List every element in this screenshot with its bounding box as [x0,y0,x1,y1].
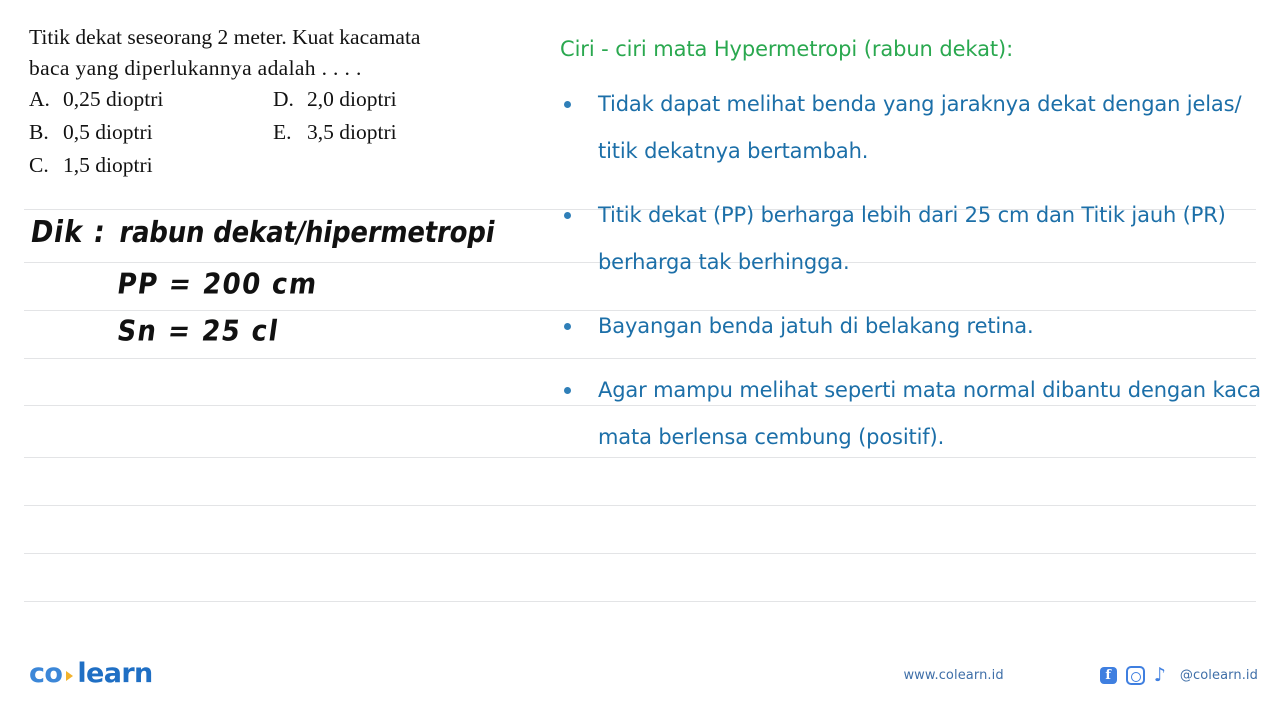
option-c-key: C. [29,153,49,177]
bullet-icon [564,212,571,219]
option-row: C. 1,5 dioptri [29,153,552,186]
handwriting-known-line: Dik : rabun dekat/hipermetropi [28,215,497,250]
option-a-key: A. [29,87,50,111]
option-b-value: 0,5 dioptri [63,120,153,144]
explanation-bullet-text: Bayangan benda jatuh di belakang retina. [598,314,1034,338]
bullet-icon [564,323,571,330]
logo-triangle-icon [66,670,74,681]
instagram-glyph [1125,666,1145,685]
colearn-logo[interactable]: co learn [29,658,153,689]
rule-line-9 [24,601,1256,602]
explanation-bullet-text: Tidak dapat melihat benda yang jaraknya … [598,92,1242,163]
explanation-bullet-list: Tidak dapat melihat benda yang jaraknya … [552,81,1280,461]
tiktok-glyph: ♪ [1153,664,1166,686]
instagram-icon[interactable] [1125,666,1145,685]
question-prompt: Titik dekat seseorang 2 meter. Kuat kaca… [0,0,549,84]
bullet-icon [564,387,571,394]
option-d-key: D. [273,87,294,111]
answer-options: A. 0,25 dioptri D. 2,0 dioptri B. 0,5 di… [0,87,552,186]
option-b[interactable]: B. 0,5 dioptri [29,120,273,145]
question-prompt-line-1: Titik dekat seseorang 2 meter. Kuat kaca… [29,25,421,49]
rule-line-7 [24,505,1256,506]
explanation-heading: Ciri - ciri mata Hypermetropi (rabun dek… [560,37,1014,61]
footer-links: www.colearn.id f ♪ @colearn.id [903,666,1258,685]
option-row: A. 0,25 dioptri D. 2,0 dioptri [29,87,552,120]
footer: co learn www.colearn.id f ♪ @colearn.id [0,640,1280,720]
question-prompt-line-2: baca yang diperlukannya adalah . . . . [29,56,362,80]
handwriting-known-value: rabun dekat/hipermetropi [116,216,498,250]
handwriting-pp-line: PP = 200 cm [115,268,320,301]
tiktok-icon[interactable]: ♪ [1153,664,1166,686]
option-e-value: 3,5 dioptri [307,120,397,144]
option-e-key: E. [273,120,292,144]
list-item: Titik dekat (PP) berharga lebih dari 25 … [552,192,1280,286]
list-item: Agar mampu melihat seperti mata normal d… [552,367,1280,461]
option-e[interactable]: E. 3,5 dioptri [273,120,513,145]
explanation-bullet-text: Titik dekat (PP) berharga lebih dari 25 … [598,203,1226,274]
facebook-glyph: f [1099,667,1117,684]
handwriting-sn-line: Sn = 25 cl [115,315,282,348]
explanation-bullet-text: Agar mampu melihat seperti mata normal d… [598,378,1261,449]
question-pane: Titik dekat seseorang 2 meter. Kuat kaca… [0,0,552,186]
option-c[interactable]: C. 1,5 dioptri [29,153,273,178]
explanation-pane: Ciri - ciri mata Hypermetropi (rabun dek… [552,0,1280,461]
website-link[interactable]: www.colearn.id [903,668,1003,683]
option-row: B. 0,5 dioptri E. 3,5 dioptri [29,120,552,153]
logo-text-co: co [29,658,63,689]
facebook-icon[interactable]: f [1099,667,1117,684]
bullet-icon [564,101,571,108]
option-a-value: 0,25 dioptri [63,87,164,111]
list-item: Tidak dapat melihat benda yang jaraknya … [552,81,1280,175]
option-c-value: 1,5 dioptri [63,153,153,177]
option-a[interactable]: A. 0,25 dioptri [29,87,273,112]
option-b-key: B. [29,120,49,144]
list-item: Bayangan benda jatuh di belakang retina. [552,303,1280,350]
logo-text-learn: learn [77,658,153,689]
option-d[interactable]: D. 2,0 dioptri [273,87,513,112]
social-handle: @colearn.id [1179,668,1258,683]
handwriting-known-label: Dik : [28,215,109,250]
option-d-value: 2,0 dioptri [307,87,397,111]
slide-canvas: Titik dekat seseorang 2 meter. Kuat kaca… [0,0,1280,720]
rule-line-8 [24,553,1256,554]
